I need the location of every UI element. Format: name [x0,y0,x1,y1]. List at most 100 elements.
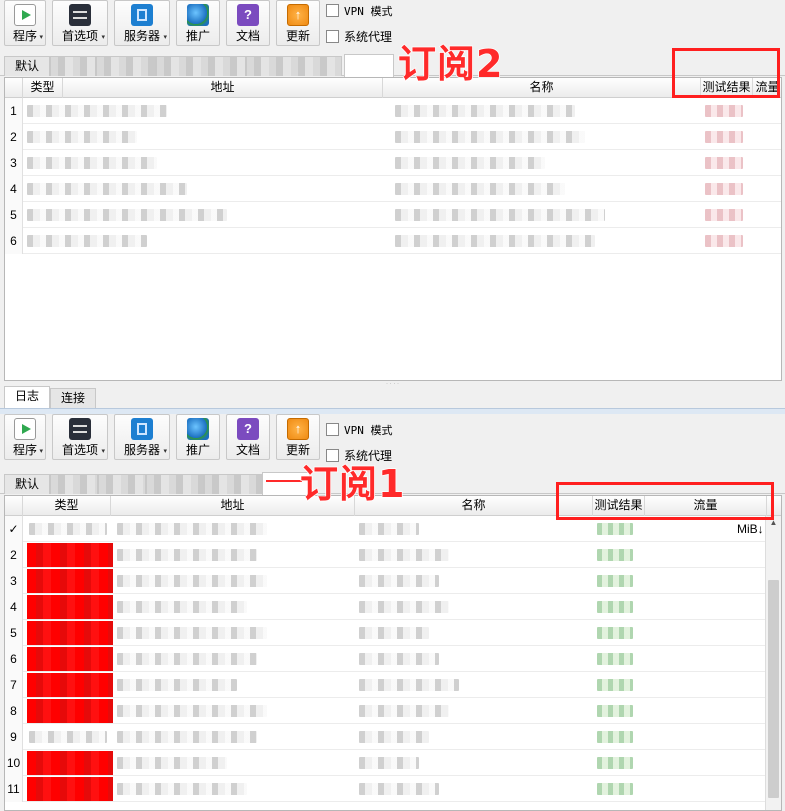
program-button[interactable]: 程序 ▾ [4,0,46,46]
row-number: 2 [5,542,23,568]
table-row[interactable]: 8 [5,698,781,724]
table-row[interactable]: 11 [5,776,781,802]
tab-group[interactable] [146,474,204,494]
table-row[interactable]: 5 [5,620,781,646]
obscured-cell [27,105,167,117]
table-row[interactable]: 3 [5,568,781,594]
obscured-cell [705,183,743,195]
obscured-cell [359,523,419,535]
table-row[interactable]: 2 [5,542,781,568]
help-icon: ? [237,418,259,440]
checkbox-box[interactable] [326,4,339,17]
table-row[interactable]: 3 [5,150,781,176]
obscured-cell [395,235,595,247]
system-proxy-checkbox[interactable]: 系统代理 [326,29,392,45]
row-number: 6 [5,228,23,254]
chevron-down-icon: ▾ [163,34,167,41]
obscured-cell [359,757,419,769]
docs-label: 文档 [235,443,260,457]
header-type[interactable]: 类型 [23,496,111,516]
vpn-mode-checkbox[interactable]: VPN 模式 [326,3,393,19]
scroll-thumb[interactable] [768,580,779,798]
tab-connections[interactable]: 连接 [50,388,97,408]
table-row[interactable]: 4 [5,176,781,202]
server-icon [131,418,153,440]
checkbox-box[interactable] [326,449,339,462]
server-table: 类型 地址 名称 测试结果 流量 ✓ MiB↓ 2 3 4 5 6 7 8 9 10 11 ▲ [4,495,782,811]
promote-button[interactable]: 推广 [176,414,220,460]
tab-group[interactable] [50,474,98,494]
obscured-cell [395,131,585,143]
server-icon [131,4,153,26]
obscured-cell [597,601,633,613]
table-row[interactable]: 7 [5,672,781,698]
top-pane: 程序 ▾ 首选项 ▾ 服务器 ▾ 推广 ? 文档 ↑ 更新 VPN 模式 系统代… [0,0,785,410]
obscured-cell [597,679,633,691]
group-tabs: 默认 [0,54,785,77]
tab-group[interactable] [246,56,342,76]
vpn-mode-label: VPN 模式 [344,424,393,437]
table-row[interactable]: 10 [5,750,781,776]
table-row[interactable]: 5 [5,202,781,228]
docs-button[interactable]: ? 文档 [226,414,270,460]
obscured-cell [395,209,605,221]
tab-default[interactable]: 默认 [4,474,51,494]
tab-default[interactable]: 默认 [4,56,51,76]
vertical-scrollbar[interactable]: ▲ [765,516,781,810]
header-corner [5,496,23,516]
obscured-cell [705,209,743,221]
row-number: 1 [5,98,23,124]
servers-button[interactable]: 服务器 ▾ [114,414,170,460]
table-row[interactable]: 1 [5,98,781,124]
update-label: 更新 [285,29,310,43]
obscured-cell [117,705,267,717]
servers-button[interactable]: 服务器 ▾ [114,0,170,46]
obscured-cell [597,575,633,587]
update-button[interactable]: ↑ 更新 [276,414,320,460]
checkbox-box[interactable] [326,423,339,436]
obscured-cell [117,575,267,587]
bottom-pane: 程序 ▾ 首选项 ▾ 服务器 ▾ 推广 ? 文档 ↑ 更新 VPN 模式 系统代… [0,414,785,811]
row-number: 11 [5,776,23,802]
obscured-cell [359,653,439,665]
redacted-type-cell [27,595,113,619]
tab-group[interactable] [50,56,96,76]
obscured-cell [597,627,633,639]
program-button[interactable]: 程序 ▾ [4,414,46,460]
docs-button[interactable]: ? 文档 [226,0,270,46]
tab-group[interactable] [98,474,146,494]
update-button[interactable]: ↑ 更新 [276,0,320,46]
table-row[interactable]: 6 [5,228,781,254]
table-row[interactable]: 2 [5,124,781,150]
obscured-cell [27,157,157,169]
header-address[interactable]: 地址 [63,78,383,98]
table-row[interactable]: 6 [5,646,781,672]
obscured-cell [395,183,565,195]
vpn-mode-checkbox[interactable]: VPN 模式 [326,422,393,438]
header-corner [5,78,23,98]
server-table: 类型 地址 名称 测试结果 流量 123456 [4,77,782,381]
preferences-button[interactable]: 首选项 ▾ [52,414,108,460]
promote-button[interactable]: 推广 [176,0,220,46]
tab-group[interactable] [96,56,156,76]
obscured-cell [597,783,633,795]
obscured-cell [359,783,439,795]
annotation-subscription-1: 订阅1 [299,462,406,506]
redacted-type-cell [27,543,113,567]
tab-subscription-2[interactable] [344,54,394,77]
chevron-down-icon: ▾ [101,34,105,41]
vpn-mode-label: VPN 模式 [344,5,393,18]
obscured-cell [117,757,227,769]
checkbox-box[interactable] [326,30,339,43]
obscured-cell [395,157,545,169]
header-type[interactable]: 类型 [23,78,63,98]
preferences-button[interactable]: 首选项 ▾ [52,0,108,46]
obscured-cell [705,131,743,143]
table-row[interactable]: 9 [5,724,781,750]
highlight-box [556,482,774,520]
tab-group[interactable] [204,474,262,494]
table-row[interactable]: 4 [5,594,781,620]
update-icon: ↑ [287,418,309,440]
tab-group[interactable] [156,56,246,76]
tab-log[interactable]: 日志 [4,386,51,409]
